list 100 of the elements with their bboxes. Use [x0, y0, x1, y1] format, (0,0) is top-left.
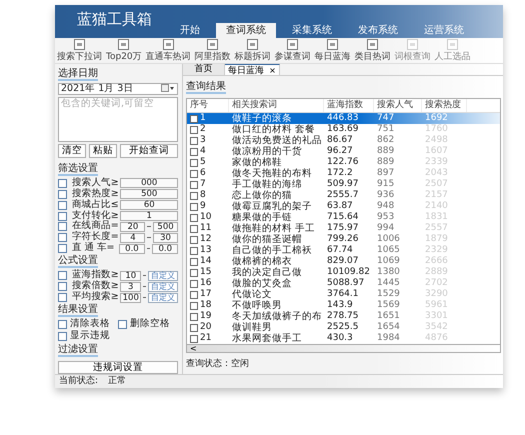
column-header[interactable]: 搜索热度 [422, 99, 467, 112]
square-icon [367, 38, 378, 50]
value-field[interactable]: 4 [120, 232, 146, 243]
checkbox[interactable] [118, 320, 127, 329]
column-header[interactable]: 搜索人气 [374, 99, 422, 112]
section-heading: 过滤设置 [58, 344, 98, 357]
settings-button[interactable]: 违规词设置 [58, 361, 178, 374]
table-cell-text: 做鞋子的滚条 [231, 113, 293, 124]
table-cell-text: 3764.1 [326, 289, 360, 300]
checkbox[interactable] [58, 332, 67, 341]
menu-tab[interactable]: 开始 [170, 22, 210, 38]
keyword-field[interactable]: 包含的关键词,可留空 [58, 97, 178, 142]
checkbox[interactable] [58, 320, 67, 329]
row-checkbox[interactable] [190, 170, 198, 178]
checkbox[interactable] [58, 190, 67, 199]
row-checkbox[interactable] [190, 334, 198, 342]
row-checkbox[interactable] [190, 114, 198, 122]
column-header[interactable]: 相关搜索词 [229, 99, 324, 112]
row-checkbox[interactable] [190, 312, 198, 320]
checkbox[interactable] [58, 200, 67, 210]
value-field[interactable]: 60 [120, 200, 178, 210]
scroll-left-button[interactable]: < [187, 344, 200, 352]
row-checkbox[interactable] [190, 192, 198, 200]
value-field[interactable]: 1 [120, 211, 178, 221]
row-checkbox[interactable] [190, 290, 198, 298]
toolbar-button[interactable]: Top20万 [106, 38, 142, 62]
value-field[interactable]: 10 [120, 270, 142, 281]
column-header[interactable]: 蓝海指数 [324, 99, 374, 112]
row-checkbox[interactable] [190, 126, 198, 134]
menu-tab[interactable]: 发布系统 [348, 22, 408, 38]
value-field[interactable]: 30 [153, 232, 178, 243]
table-cell-text: 175.97 [326, 223, 360, 234]
column-header[interactable]: 序号 [187, 99, 229, 112]
date-field[interactable]: 2021年 1月 3日 [58, 83, 178, 95]
document-tab[interactable]: 每日蓝海 × [225, 64, 280, 75]
checkbox[interactable] [58, 178, 67, 188]
table-cell: 5 [200, 157, 206, 168]
checkbox[interactable] [58, 222, 67, 232]
row-checkbox[interactable] [190, 236, 198, 244]
row-checkbox[interactable] [190, 214, 198, 222]
checkbox[interactable] [58, 282, 67, 292]
action-button[interactable]: 开始查词 [120, 144, 178, 158]
value-field[interactable]: 500 [153, 222, 178, 232]
toolbar-button[interactable]: 参谋查词 [274, 38, 311, 62]
row-checkbox[interactable] [190, 258, 198, 266]
toolbar-button[interactable]: 直通车热词 [146, 38, 191, 62]
toolbar-button[interactable]: 类目热词 [354, 38, 391, 62]
table-cell: 7 [200, 179, 206, 190]
value-field[interactable]: 3 [120, 282, 142, 292]
row-checkbox[interactable] [190, 280, 198, 288]
action-button[interactable]: 清空 [58, 144, 86, 158]
document-tab[interactable]: 首页 [183, 64, 225, 75]
table-cell-text: 做拖鞋的材料 手工 [231, 223, 316, 234]
close-icon[interactable]: × [269, 66, 276, 75]
checkbox[interactable] [58, 271, 67, 280]
row-checkbox[interactable] [190, 246, 198, 254]
table-cell-text: 862 [376, 135, 396, 146]
row-checkbox[interactable] [190, 136, 198, 144]
table-cell-text: 799.26 [326, 234, 360, 245]
value-field[interactable]: 100 [120, 292, 142, 303]
table-cell: 3 [200, 135, 206, 146]
row-checkbox[interactable] [190, 180, 198, 188]
toolbar-button[interactable]: 搜索下拉词 [57, 38, 102, 62]
query-status: 查询状态：空闲 [186, 359, 250, 370]
table-cell-text: 430.3 [326, 333, 354, 344]
table-cell-text: 1069 [376, 256, 401, 267]
toolbar-button[interactable]: 标题拆词 [234, 38, 271, 62]
row-checkbox[interactable] [190, 202, 198, 210]
custom-button[interactable]: 自定义 [148, 270, 178, 281]
square-icon [287, 38, 298, 50]
custom-button[interactable]: 自定义 [148, 282, 178, 292]
table-cell-text: 889 [376, 157, 396, 168]
custom-button[interactable]: 自定义 [148, 292, 178, 303]
row-checkbox[interactable] [190, 158, 198, 166]
row-checkbox[interactable] [190, 268, 198, 276]
table-cell-text: 96.27 [326, 146, 354, 157]
row-checkbox[interactable] [190, 148, 198, 156]
checkbox[interactable] [58, 293, 67, 302]
table-cell-text: 做霉豆腐乳的架子 [231, 201, 313, 212]
row-checkbox[interactable] [190, 302, 198, 310]
value-field[interactable]: 000 [120, 178, 178, 188]
table-cell: 21 [200, 333, 212, 344]
toolbar-button[interactable]: 阿里指数 [194, 38, 231, 62]
checkbox[interactable] [58, 233, 67, 242]
action-button[interactable]: 粘贴 [89, 144, 117, 158]
value-field[interactable]: 0.0 [119, 244, 145, 254]
checkbox[interactable] [58, 212, 67, 220]
row-checkbox[interactable] [190, 224, 198, 232]
square-icon [327, 38, 338, 50]
value-field[interactable]: 0.0 [152, 244, 178, 254]
horizontal-scrollbar[interactable]: < [186, 345, 501, 353]
row-checkbox[interactable] [190, 324, 198, 332]
value-field[interactable]: 20 [120, 222, 146, 232]
checkbox[interactable] [58, 244, 67, 254]
filter-label: 在线商品= [72, 221, 118, 232]
value-field[interactable]: 500 [120, 189, 178, 200]
menu-tab[interactable]: 查词系统 [216, 22, 276, 38]
toolbar-button[interactable]: 每日蓝海 [314, 38, 351, 62]
table-cell: 10 [200, 212, 212, 223]
menu-tab[interactable]: 采集系统 [282, 22, 342, 38]
